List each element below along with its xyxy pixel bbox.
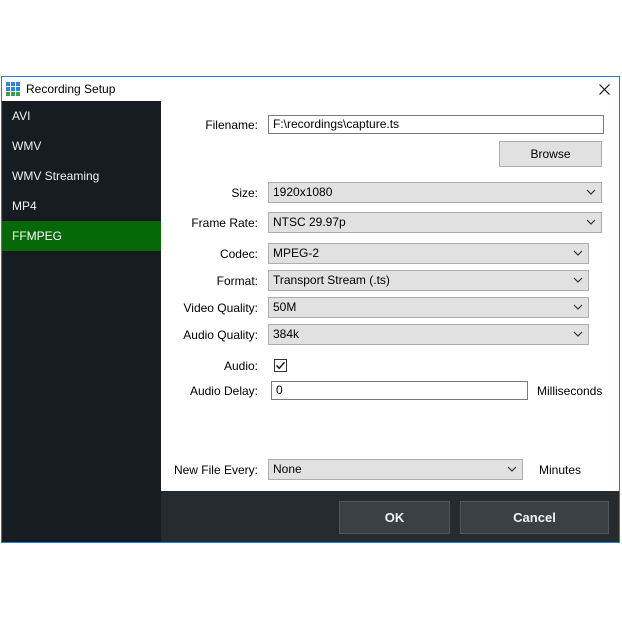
size-value: 1920x1080 [273,185,333,199]
sidebar-item-wmv[interactable]: WMV [2,131,161,161]
new-file-every-select[interactable]: None [268,459,523,480]
format-value: Transport Stream (.ts) [273,273,390,287]
new-file-every-value: None [273,462,302,476]
format-sidebar: AVI WMV WMV Streaming MP4 FFMPEG [2,101,161,542]
sidebar-item-label: AVI [12,109,31,123]
chevron-down-icon [573,304,583,310]
sidebar-item-avi[interactable]: AVI [2,101,161,131]
chevron-down-icon [573,331,583,337]
video-quality-label: Video Quality: [183,301,259,315]
sidebar-item-label: FFMPEG [12,229,62,243]
audio-quality-value: 384k [273,327,300,341]
close-button[interactable] [591,78,617,100]
codec-value: MPEG-2 [273,246,320,260]
grid-app-icon [6,82,21,97]
frame-rate-value: NTSC 29.97p [273,215,346,229]
format-select[interactable]: Transport Stream (.ts) [268,270,589,291]
recording-setup-dialog: Recording Setup AVI WMV WMV Streaming MP… [1,76,620,543]
audio-delay-input[interactable]: 0 [271,381,528,400]
video-quality-value: 50M [273,300,297,314]
sidebar-item-label: WMV [12,139,42,153]
sidebar-item-label: MP4 [12,199,37,213]
audio-quality-label: Audio Quality: [183,328,258,342]
browse-button[interactable]: Browse [499,141,602,167]
size-label: Size: [231,186,258,200]
format-label: Format: [216,274,258,288]
checkmark-icon [276,361,286,370]
audio-checkbox[interactable] [274,359,287,372]
new-file-every-unit: Minutes [539,463,582,477]
size-select[interactable]: 1920x1080 [268,182,602,203]
video-quality-select[interactable]: 50M [268,297,589,318]
new-file-every-label: New File Every: [173,463,258,477]
settings-panel: Filename: F:\recordings\capture.ts Brows… [161,101,619,491]
window-title: Recording Setup [26,82,116,96]
frame-rate-select[interactable]: NTSC 29.97p [268,212,602,233]
audio-delay-unit: Milliseconds [537,384,603,398]
sidebar-item-label: WMV Streaming [12,169,100,183]
dialog-footer: OK Cancel [161,491,619,542]
chevron-down-icon [573,277,583,283]
codec-select[interactable]: MPEG-2 [268,243,589,264]
audio-delay-label: Audio Delay: [189,384,258,398]
ok-button[interactable]: OK [339,501,450,534]
codec-label: Codec: [219,247,258,261]
filename-input[interactable]: F:\recordings\capture.ts [268,115,604,134]
sidebar-item-mp4[interactable]: MP4 [2,191,161,221]
frame-rate-label: Frame Rate: [191,216,258,230]
chevron-down-icon [573,250,583,256]
filename-label: Filename: [205,118,258,132]
audio-label: Audio: [223,359,258,373]
cancel-button[interactable]: Cancel [460,501,609,534]
chevron-down-icon [586,219,596,225]
chevron-down-icon [507,466,517,472]
sidebar-item-wmv-streaming[interactable]: WMV Streaming [2,161,161,191]
title-bar: Recording Setup [2,77,619,101]
chevron-down-icon [586,189,596,195]
sidebar-item-ffmpeg[interactable]: FFMPEG [2,221,161,251]
close-icon [598,84,610,96]
audio-quality-select[interactable]: 384k [268,324,589,345]
